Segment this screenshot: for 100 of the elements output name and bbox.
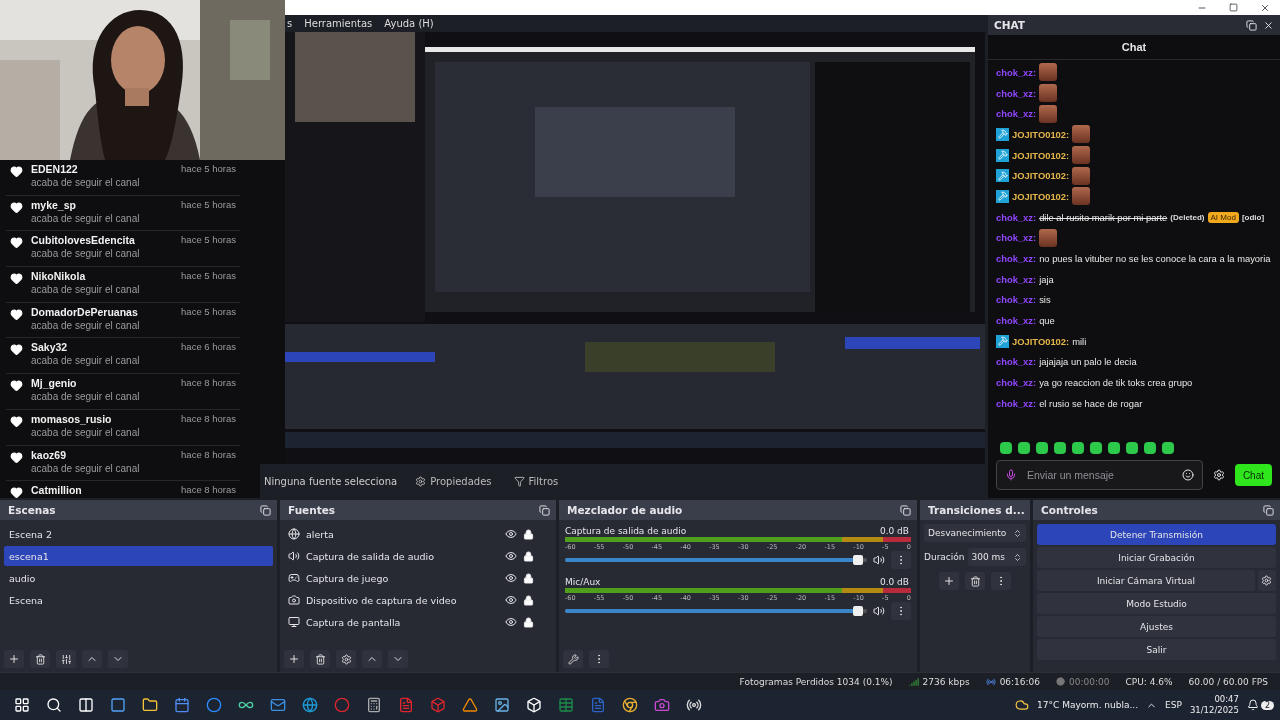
chat-username[interactable]: JOJITO0102: (1012, 335, 1070, 347)
menu-item[interactable]: Ayuda (H) (384, 18, 434, 29)
add-button[interactable] (4, 650, 24, 668)
source-item[interactable]: Captura de juego (306, 572, 499, 584)
chat-send-button[interactable]: Chat (1234, 464, 1272, 486)
chat-username[interactable]: chok_xz: (996, 66, 1037, 78)
scene-item[interactable]: Escena (4, 590, 273, 610)
chat-username[interactable]: chok_xz: (996, 108, 1037, 120)
filters-button[interactable]: Filtros (509, 473, 563, 489)
chat-username[interactable]: chok_xz: (996, 232, 1037, 244)
advanced-settings-button[interactable] (563, 650, 583, 668)
document-icon[interactable] (398, 697, 414, 713)
chat-username[interactable]: JOJITO0102: (1012, 190, 1070, 202)
search-icon[interactable] (46, 697, 62, 713)
source-item[interactable]: alerta (306, 528, 499, 540)
control-button[interactable]: Modo Estudio (1037, 593, 1276, 614)
move-down-button[interactable] (108, 650, 128, 668)
chat-username[interactable]: chok_xz: (996, 253, 1037, 265)
settings-button[interactable] (1257, 570, 1276, 591)
eye-icon[interactable] (505, 528, 517, 540)
delete-button[interactable] (310, 650, 330, 668)
spreadsheet-icon[interactable] (558, 697, 574, 713)
cone-icon[interactable] (462, 697, 478, 713)
lock-icon[interactable] (523, 616, 534, 628)
restore-icon[interactable] (1229, 3, 1238, 12)
undock-icon[interactable] (1246, 19, 1257, 31)
move-down-button[interactable] (388, 650, 408, 668)
speaker-icon[interactable] (873, 605, 885, 617)
chat-username[interactable]: chok_xz: (996, 356, 1037, 368)
control-button[interactable]: Detener Transmisión (1037, 524, 1276, 545)
move-up-button[interactable] (82, 650, 102, 668)
ring-icon[interactable] (334, 697, 350, 713)
emote-icon[interactable] (1090, 442, 1102, 454)
undock-icon[interactable] (539, 504, 550, 516)
shape-icon[interactable] (430, 697, 446, 713)
scene-item[interactable]: audio (4, 568, 273, 588)
slider-thumb[interactable] (852, 606, 863, 616)
emote-icon[interactable] (1126, 442, 1138, 454)
source-item[interactable]: Captura de salida de audio (306, 550, 499, 562)
chat-username[interactable]: chok_xz: (996, 211, 1037, 223)
message-field[interactable]: Enviar un mensaje (1025, 468, 1174, 482)
speaker-icon[interactable] (873, 554, 885, 566)
scene-item[interactable]: escena1 (4, 546, 273, 566)
settings-icon[interactable] (1212, 469, 1225, 481)
scene-item[interactable]: Escena 2 (4, 524, 273, 544)
chat-username[interactable]: chok_xz: (996, 294, 1037, 306)
start-icon[interactable] (14, 697, 30, 713)
chat-username[interactable]: chok_xz: (996, 87, 1037, 99)
source-item[interactable]: Dispositivo de captura de video (306, 594, 499, 606)
document-icon[interactable] (590, 697, 606, 713)
lock-icon[interactable] (523, 594, 534, 606)
menu-item[interactable]: Herramientas (304, 18, 373, 29)
menu-item[interactable]: s (287, 18, 293, 29)
settings-button[interactable] (336, 650, 356, 668)
emote-icon[interactable] (1072, 442, 1084, 454)
image-icon[interactable] (494, 697, 510, 713)
emote-icon[interactable] (1108, 442, 1120, 454)
delete-button[interactable] (30, 650, 50, 668)
chat-username[interactable]: JOJITO0102: (1012, 170, 1070, 182)
chat-username[interactable]: JOJITO0102: (1012, 128, 1070, 140)
more-button[interactable] (891, 551, 911, 569)
chat-username[interactable]: chok_xz: (996, 315, 1037, 327)
more-button[interactable] (991, 572, 1011, 590)
task-view-icon[interactable] (78, 697, 94, 713)
delete-button[interactable] (965, 572, 985, 590)
undock-icon[interactable] (260, 504, 271, 516)
filter-button[interactable] (56, 650, 76, 668)
emote-icon[interactable] (1018, 442, 1030, 454)
volume-slider[interactable] (565, 558, 867, 562)
properties-button[interactable]: Propiedades (411, 473, 496, 489)
box-icon[interactable] (526, 697, 542, 713)
more-button[interactable] (589, 650, 609, 668)
close-icon[interactable] (1260, 2, 1270, 13)
mail-icon[interactable] (270, 697, 286, 713)
emote-icon[interactable] (1144, 442, 1156, 454)
emoji-icon[interactable] (1181, 469, 1194, 481)
lock-icon[interactable] (523, 572, 534, 584)
emote-icon[interactable] (1036, 442, 1048, 454)
chat-username[interactable]: chok_xz: (996, 397, 1037, 409)
mic-icon[interactable] (1005, 469, 1017, 481)
lock-icon[interactable] (523, 550, 534, 562)
eye-icon[interactable] (505, 572, 517, 584)
volume-slider[interactable] (565, 609, 867, 613)
calendar-icon[interactable] (174, 697, 190, 713)
camera-icon[interactable] (654, 697, 670, 713)
chat-username[interactable]: chok_xz: (996, 377, 1037, 389)
move-up-button[interactable] (362, 650, 382, 668)
control-button[interactable]: Iniciar Grabación (1037, 547, 1276, 568)
lock-icon[interactable] (523, 528, 534, 540)
calculator-icon[interactable] (366, 697, 382, 713)
slider-thumb[interactable] (852, 555, 863, 565)
eye-icon[interactable] (505, 594, 517, 606)
undock-icon[interactable] (900, 504, 911, 516)
duration-field[interactable]: 300 ms (967, 548, 1026, 566)
control-button[interactable]: Iniciar Cámara Virtual (1037, 570, 1255, 591)
eye-icon[interactable] (505, 616, 517, 628)
control-button[interactable]: Ajustes (1037, 616, 1276, 637)
source-item[interactable]: Captura de pantalla (306, 616, 499, 628)
chat-username[interactable]: chok_xz: (996, 273, 1037, 285)
chat-input[interactable]: Enviar un mensaje (996, 460, 1203, 490)
